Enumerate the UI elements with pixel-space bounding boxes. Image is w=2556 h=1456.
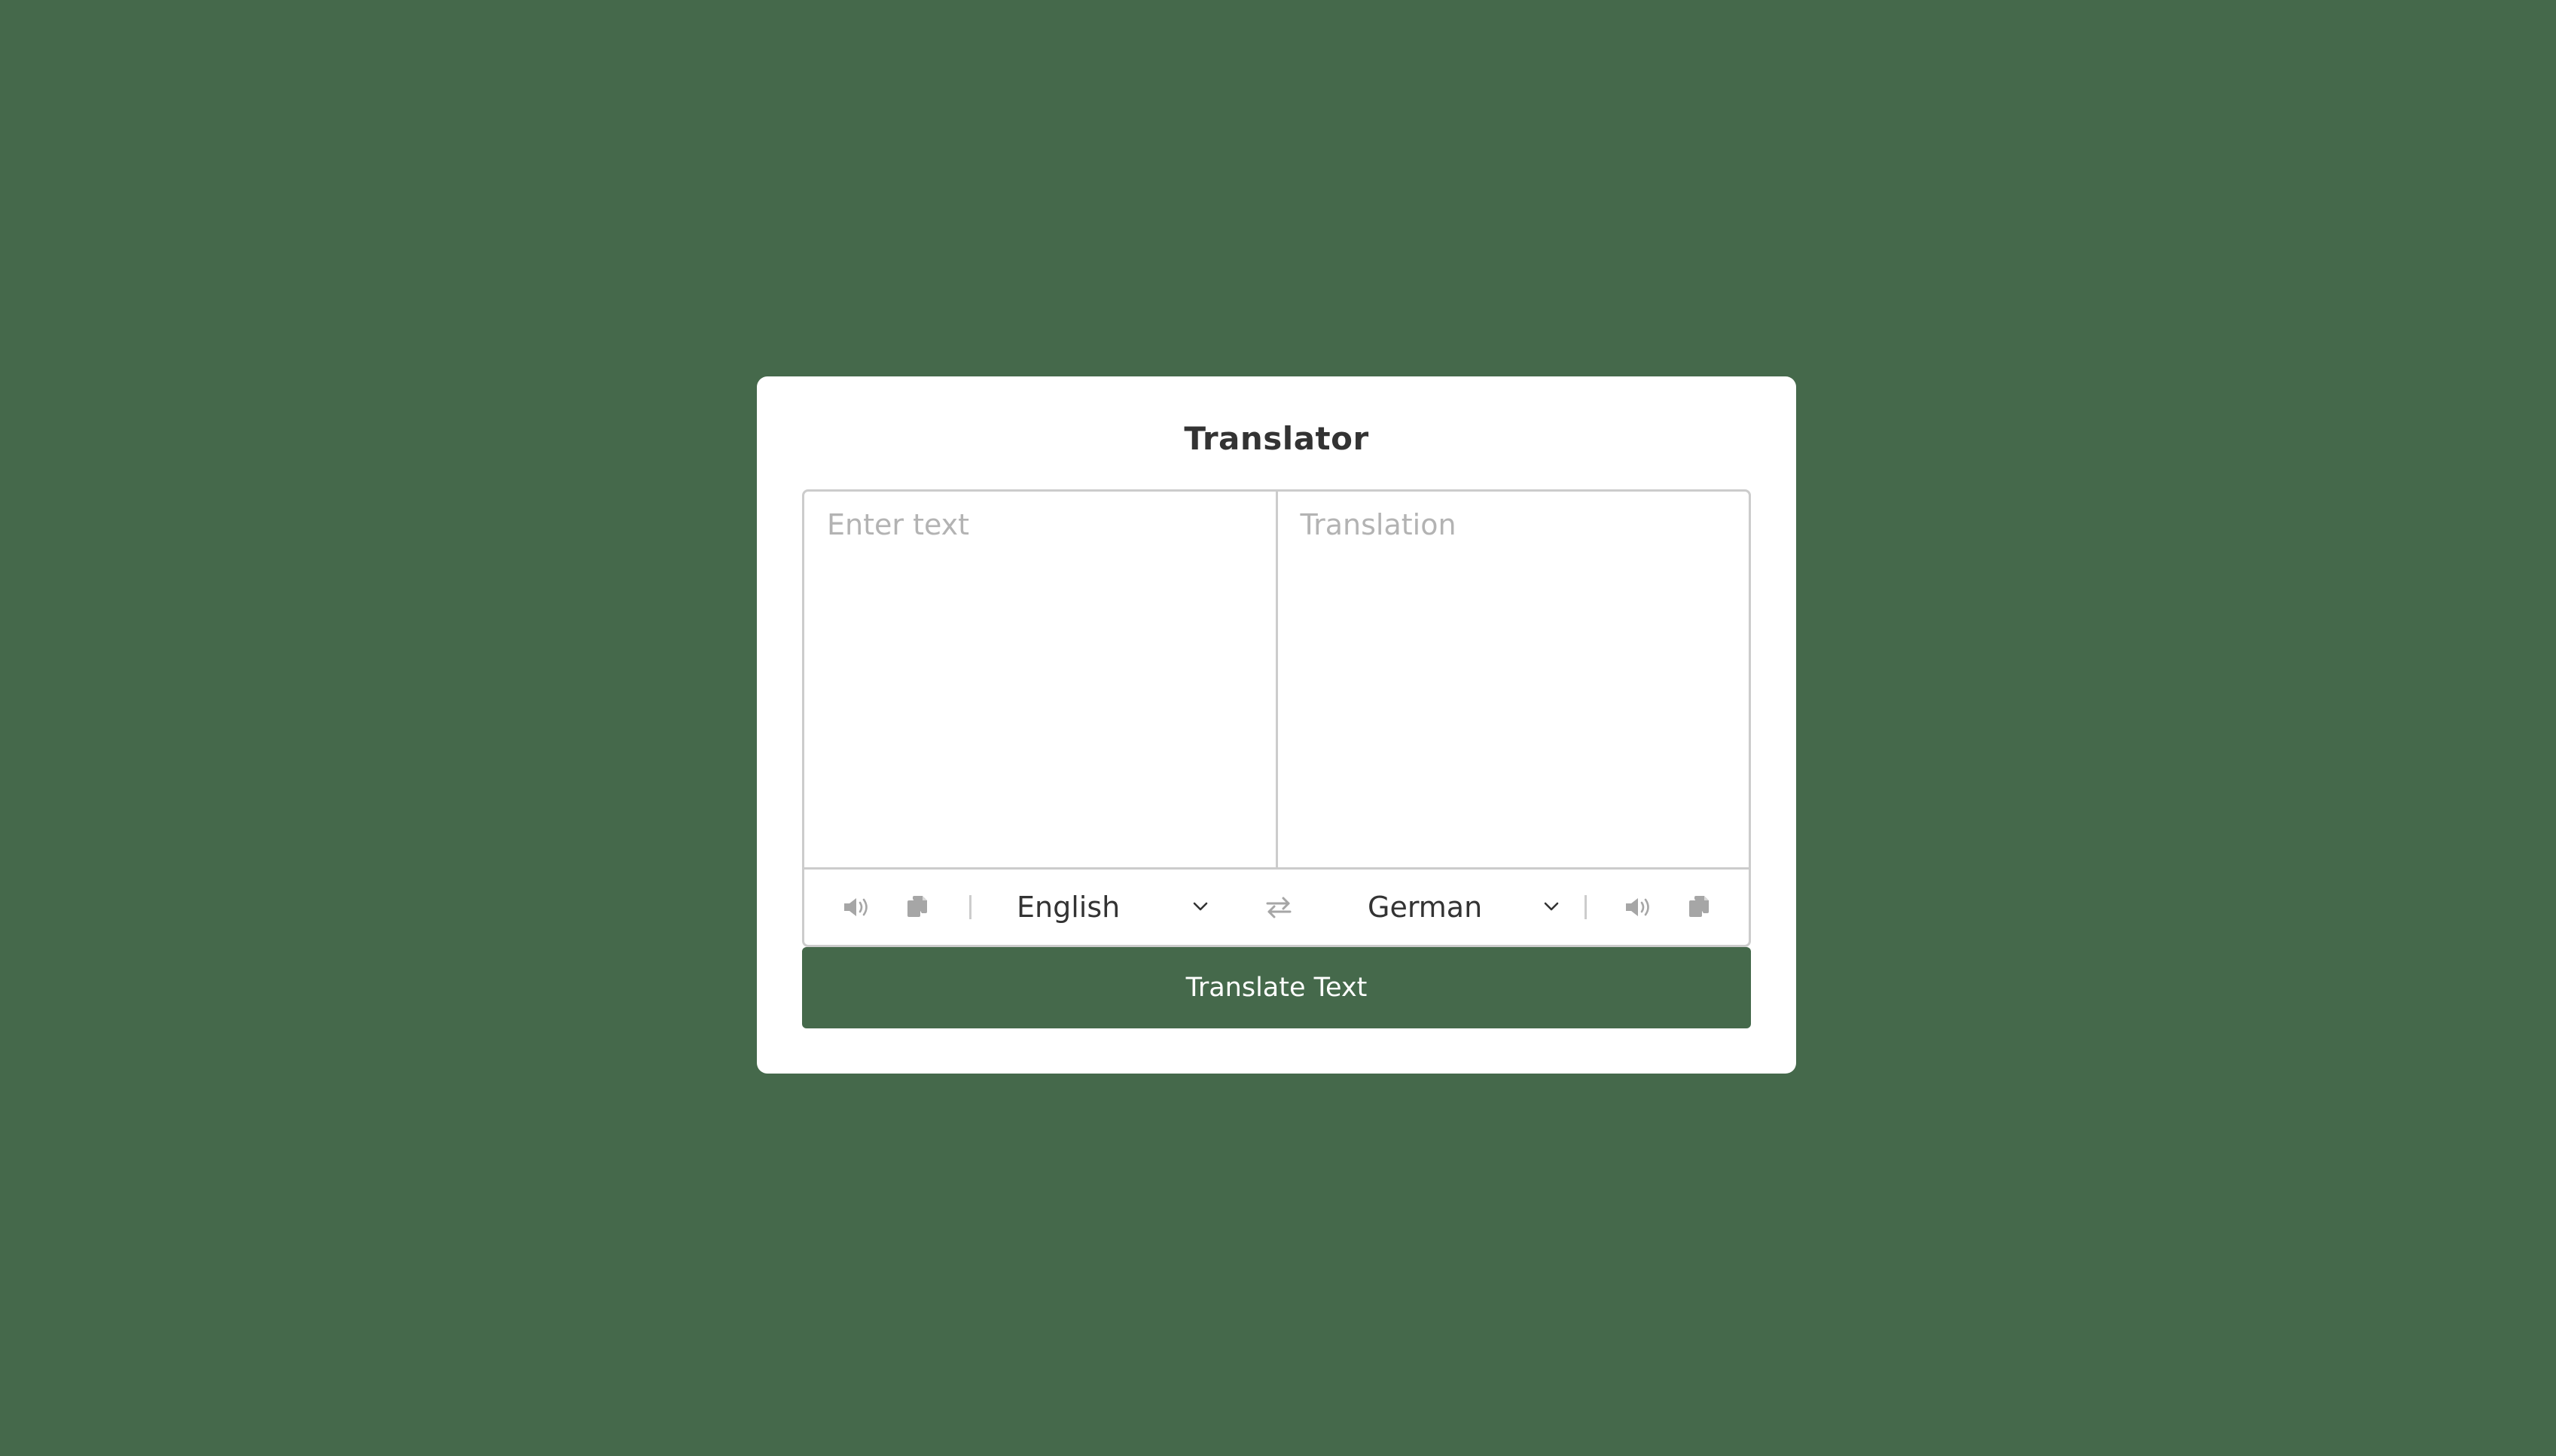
chevron-down-icon	[1192, 900, 1209, 915]
target-language-label: German	[1368, 891, 1483, 924]
text-areas-row	[804, 492, 1749, 870]
source-text-input[interactable]	[804, 492, 1276, 867]
target-speak-button[interactable]	[1624, 896, 1653, 918]
translation-output[interactable]	[1277, 492, 1749, 867]
exchange-icon	[1265, 896, 1292, 918]
target-copy-button[interactable]	[1688, 895, 1710, 919]
source-divider	[969, 895, 971, 919]
chevron-down-icon	[1543, 900, 1560, 915]
source-speak-button[interactable]	[843, 896, 871, 918]
source-language-label: English	[1017, 891, 1121, 924]
copy-icon	[906, 895, 929, 919]
translation-panel: English	[802, 489, 1751, 947]
volume-icon	[1624, 896, 1653, 918]
page-title: Translator	[1184, 420, 1369, 457]
source-text-box	[804, 492, 1278, 867]
volume-icon	[843, 896, 871, 918]
target-text-box	[1277, 492, 1749, 867]
target-divider	[1585, 895, 1587, 919]
controls-bar: English German	[804, 870, 1749, 945]
translator-card: Translator Enter text Translation Englis…	[757, 376, 1796, 1074]
swap-languages-button[interactable]	[1265, 896, 1292, 918]
target-language-select[interactable]: German	[1368, 883, 1560, 931]
translate-button[interactable]: Translate Text	[802, 947, 1751, 1028]
source-copy-button[interactable]	[906, 895, 929, 919]
source-language-select[interactable]: English	[1017, 883, 1209, 931]
copy-icon	[1688, 895, 1710, 919]
